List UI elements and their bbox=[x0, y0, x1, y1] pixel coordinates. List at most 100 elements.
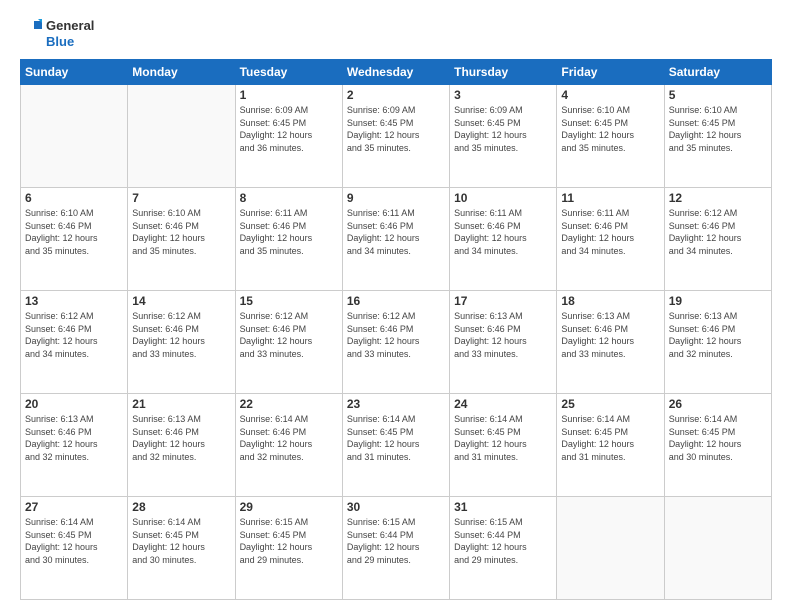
calendar-cell: 17 Sunrise: 6:13 AMSunset: 6:46 PMDayligh… bbox=[450, 291, 557, 394]
weekday-header-wednesday: Wednesday bbox=[342, 60, 449, 85]
day-number: 7 bbox=[132, 191, 230, 205]
calendar-cell: 8 Sunrise: 6:11 AMSunset: 6:46 PMDaylight… bbox=[235, 188, 342, 291]
calendar-cell: 24 Sunrise: 6:14 AMSunset: 6:45 PMDayligh… bbox=[450, 394, 557, 497]
calendar-cell: 29 Sunrise: 6:15 AMSunset: 6:45 PMDayligh… bbox=[235, 497, 342, 600]
calendar-cell: 2 Sunrise: 6:09 AMSunset: 6:45 PMDaylight… bbox=[342, 85, 449, 188]
day-number: 27 bbox=[25, 500, 123, 514]
day-info: Sunrise: 6:11 AMSunset: 6:46 PMDaylight:… bbox=[454, 207, 552, 257]
calendar-cell: 10 Sunrise: 6:11 AMSunset: 6:46 PMDayligh… bbox=[450, 188, 557, 291]
calendar-cell: 5 Sunrise: 6:10 AMSunset: 6:45 PMDaylight… bbox=[664, 85, 771, 188]
calendar-cell bbox=[557, 497, 664, 600]
day-number: 9 bbox=[347, 191, 445, 205]
day-number: 6 bbox=[25, 191, 123, 205]
logo-svg bbox=[20, 19, 42, 49]
day-info: Sunrise: 6:10 AMSunset: 6:46 PMDaylight:… bbox=[25, 207, 123, 257]
day-number: 15 bbox=[240, 294, 338, 308]
calendar-cell: 23Sunrise: 6:14 AMSunset: 6:45 PMDayligh… bbox=[342, 394, 449, 497]
calendar-table: SundayMondayTuesdayWednesdayThursdayFrid… bbox=[20, 59, 772, 600]
weekday-header-sunday: Sunday bbox=[21, 60, 128, 85]
header: General Blue bbox=[20, 18, 772, 49]
day-number: 5 bbox=[669, 88, 767, 102]
day-number: 13 bbox=[25, 294, 123, 308]
day-info: Sunrise: 6:10 AMSunset: 6:45 PMDaylight:… bbox=[669, 104, 767, 154]
calendar-cell: 14Sunrise: 6:12 AMSunset: 6:46 PMDayligh… bbox=[128, 291, 235, 394]
calendar-cell: 15 Sunrise: 6:12 AMSunset: 6:46 PMDayligh… bbox=[235, 291, 342, 394]
day-number: 16 bbox=[347, 294, 445, 308]
calendar-cell: 26 Sunrise: 6:14 AMSunset: 6:45 PMDayligh… bbox=[664, 394, 771, 497]
day-info: Sunrise: 6:10 AMSunset: 6:46 PMDaylight:… bbox=[132, 207, 230, 257]
weekday-header-monday: Monday bbox=[128, 60, 235, 85]
day-info: Sunrise: 6:14 AMSunset: 6:45 PMDaylight:… bbox=[132, 516, 230, 566]
day-number: 4 bbox=[561, 88, 659, 102]
day-info: Sunrise: 6:12 AMSunset: 6:46 PMDaylight:… bbox=[240, 310, 338, 360]
calendar-cell: 21Sunrise: 6:13 AMSunset: 6:46 PMDayligh… bbox=[128, 394, 235, 497]
day-info: Sunrise: 6:12 AMSunset: 6:46 PMDaylight:… bbox=[25, 310, 123, 360]
day-info: Sunrise: 6:09 AMSunset: 6:45 PMDaylight:… bbox=[454, 104, 552, 154]
week-row-3: 13 Sunrise: 6:12 AMSunset: 6:46 PMDayligh… bbox=[21, 291, 772, 394]
calendar-cell: 18 Sunrise: 6:13 AMSunset: 6:46 PMDayligh… bbox=[557, 291, 664, 394]
week-row-4: 20Sunrise: 6:13 AMSunset: 6:46 PMDayligh… bbox=[21, 394, 772, 497]
day-number: 1 bbox=[240, 88, 338, 102]
calendar-cell: 20Sunrise: 6:13 AMSunset: 6:46 PMDayligh… bbox=[21, 394, 128, 497]
day-info: Sunrise: 6:14 AMSunset: 6:45 PMDaylight:… bbox=[347, 413, 445, 463]
day-info: Sunrise: 6:14 AMSunset: 6:45 PMDaylight:… bbox=[561, 413, 659, 463]
calendar-cell: 7 Sunrise: 6:10 AMSunset: 6:46 PMDaylight… bbox=[128, 188, 235, 291]
day-number: 11 bbox=[561, 191, 659, 205]
day-info: Sunrise: 6:15 AMSunset: 6:44 PMDaylight:… bbox=[454, 516, 552, 566]
day-number: 29 bbox=[240, 500, 338, 514]
day-info: Sunrise: 6:12 AMSunset: 6:46 PMDaylight:… bbox=[132, 310, 230, 360]
day-number: 28 bbox=[132, 500, 230, 514]
day-number: 26 bbox=[669, 397, 767, 411]
day-info: Sunrise: 6:10 AMSunset: 6:45 PMDaylight:… bbox=[561, 104, 659, 154]
calendar-cell: 28 Sunrise: 6:14 AMSunset: 6:45 PMDayligh… bbox=[128, 497, 235, 600]
calendar-cell: 12 Sunrise: 6:12 AMSunset: 6:46 PMDayligh… bbox=[664, 188, 771, 291]
week-row-2: 6 Sunrise: 6:10 AMSunset: 6:46 PMDaylight… bbox=[21, 188, 772, 291]
calendar-cell: 11 Sunrise: 6:11 AMSunset: 6:46 PMDayligh… bbox=[557, 188, 664, 291]
day-number: 31 bbox=[454, 500, 552, 514]
day-number: 24 bbox=[454, 397, 552, 411]
calendar-cell: 3 Sunrise: 6:09 AMSunset: 6:45 PMDaylight… bbox=[450, 85, 557, 188]
day-info: Sunrise: 6:09 AMSunset: 6:45 PMDaylight:… bbox=[240, 104, 338, 154]
day-number: 22 bbox=[240, 397, 338, 411]
day-number: 18 bbox=[561, 294, 659, 308]
logo-general-text: General bbox=[46, 18, 94, 34]
day-info: Sunrise: 6:14 AMSunset: 6:45 PMDaylight:… bbox=[454, 413, 552, 463]
day-number: 17 bbox=[454, 294, 552, 308]
calendar-cell: 22 Sunrise: 6:14 AMSunset: 6:46 PMDayligh… bbox=[235, 394, 342, 497]
calendar-cell: 6 Sunrise: 6:10 AMSunset: 6:46 PMDaylight… bbox=[21, 188, 128, 291]
weekday-header-thursday: Thursday bbox=[450, 60, 557, 85]
week-row-5: 27 Sunrise: 6:14 AMSunset: 6:45 PMDayligh… bbox=[21, 497, 772, 600]
day-info: Sunrise: 6:14 AMSunset: 6:46 PMDaylight:… bbox=[240, 413, 338, 463]
day-info: Sunrise: 6:15 AMSunset: 6:44 PMDaylight:… bbox=[347, 516, 445, 566]
day-info: Sunrise: 6:11 AMSunset: 6:46 PMDaylight:… bbox=[561, 207, 659, 257]
day-info: Sunrise: 6:11 AMSunset: 6:46 PMDaylight:… bbox=[347, 207, 445, 257]
weekday-header-saturday: Saturday bbox=[664, 60, 771, 85]
calendar-cell: 30 Sunrise: 6:15 AMSunset: 6:44 PMDayligh… bbox=[342, 497, 449, 600]
logo: General Blue bbox=[20, 18, 94, 49]
day-info: Sunrise: 6:11 AMSunset: 6:46 PMDaylight:… bbox=[240, 207, 338, 257]
calendar-cell: 13 Sunrise: 6:12 AMSunset: 6:46 PMDayligh… bbox=[21, 291, 128, 394]
day-info: Sunrise: 6:12 AMSunset: 6:46 PMDaylight:… bbox=[669, 207, 767, 257]
calendar-cell: 31 Sunrise: 6:15 AMSunset: 6:44 PMDayligh… bbox=[450, 497, 557, 600]
calendar-cell bbox=[664, 497, 771, 600]
week-row-1: 1 Sunrise: 6:09 AMSunset: 6:45 PMDaylight… bbox=[21, 85, 772, 188]
weekday-header-tuesday: Tuesday bbox=[235, 60, 342, 85]
day-number: 3 bbox=[454, 88, 552, 102]
day-number: 12 bbox=[669, 191, 767, 205]
day-number: 2 bbox=[347, 88, 445, 102]
day-number: 19 bbox=[669, 294, 767, 308]
page: General Blue SundayMondayTuesdayWednesda… bbox=[0, 0, 792, 612]
day-info: Sunrise: 6:13 AMSunset: 6:46 PMDaylight:… bbox=[669, 310, 767, 360]
calendar-cell: 19 Sunrise: 6:13 AMSunset: 6:46 PMDayligh… bbox=[664, 291, 771, 394]
day-info: Sunrise: 6:15 AMSunset: 6:45 PMDaylight:… bbox=[240, 516, 338, 566]
day-info: Sunrise: 6:13 AMSunset: 6:46 PMDaylight:… bbox=[25, 413, 123, 463]
day-number: 30 bbox=[347, 500, 445, 514]
day-number: 8 bbox=[240, 191, 338, 205]
day-info: Sunrise: 6:13 AMSunset: 6:46 PMDaylight:… bbox=[561, 310, 659, 360]
day-info: Sunrise: 6:13 AMSunset: 6:46 PMDaylight:… bbox=[454, 310, 552, 360]
calendar-cell: 16Sunrise: 6:12 AMSunset: 6:46 PMDayligh… bbox=[342, 291, 449, 394]
day-number: 10 bbox=[454, 191, 552, 205]
day-info: Sunrise: 6:14 AMSunset: 6:45 PMDaylight:… bbox=[669, 413, 767, 463]
day-number: 21 bbox=[132, 397, 230, 411]
day-info: Sunrise: 6:09 AMSunset: 6:45 PMDaylight:… bbox=[347, 104, 445, 154]
